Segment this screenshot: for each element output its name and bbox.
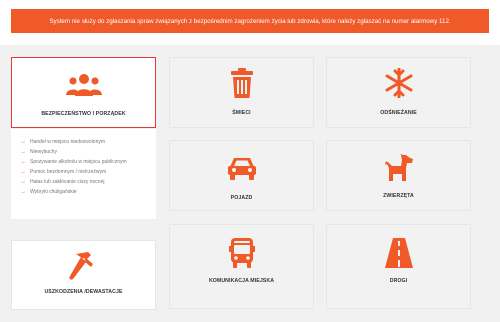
subcategory-item[interactable]: → Wybryki chuligańskie [20,187,156,197]
dog-icon [384,153,414,183]
subcategory-item[interactable]: → Handel w miejscu niedozwolonym [20,137,156,147]
bus-icon [228,238,255,268]
category-tile-public-transport[interactable]: KOMUNIKACJA MIEJSKA [169,224,314,309]
category-tile-security[interactable]: BEZPIECZEŃSTWO I PORZĄDEK [11,57,156,128]
trash-icon [230,68,254,98]
category-tile-roads[interactable]: DROGI [326,224,471,309]
category-tile-snow[interactable]: ODŚNIEŻANIE [326,57,471,128]
category-tile-vehicle[interactable]: POJAZD [169,140,314,211]
snowflake-icon [384,68,414,98]
subcategory-item[interactable]: → Pomoc bezdomnym / nietrzeźwym [20,167,156,177]
subcategory-item[interactable]: → Hałas lub zakłócanie ciszy nocnej [20,177,156,187]
alert-banner: System nie służy do zgłaszania spraw zwi… [11,9,489,33]
category-label: ŚMIECI [232,110,251,116]
category-label: POJAZD [230,195,253,201]
arrow-right-icon: → [20,159,26,165]
arrow-right-icon: → [20,139,26,145]
road-icon [384,238,414,268]
arrow-right-icon: → [20,189,26,195]
subcategory-item[interactable]: → Niewybuchy [20,147,156,157]
arrow-right-icon: → [20,149,26,155]
category-label: DROGI [389,278,408,284]
alert-text: System nie służy do zgłaszania spraw zwi… [49,17,451,25]
arrow-right-icon: → [20,179,26,185]
category-label: BEZPIECZEŃSTWO I PORZĄDEK [41,111,126,117]
category-tile-animals[interactable]: ZWIERZĘTA [326,140,471,211]
category-label: ODŚNIEŻANIE [380,110,417,116]
subcategory-panel: → Handel w miejscu niedozwolonym → Niewybu… [11,129,156,219]
hammer-icon [67,251,101,281]
category-tile-trash[interactable]: ŚMIECI [169,57,314,128]
category-label: ZWIERZĘTA [383,193,414,199]
car-icon [227,153,257,183]
category-label: USZKODZENIA /DEWASTACJE [44,289,123,295]
arrow-right-icon: → [20,169,26,175]
category-tile-damage[interactable]: USZKODZENIA /DEWASTACJE [11,240,156,310]
subcategory-item[interactable]: → Spożywanie alkoholu w miejscu publiczny… [20,157,156,167]
people-group-icon [65,70,102,100]
category-label: KOMUNIKACJA MIEJSKA [208,278,275,284]
